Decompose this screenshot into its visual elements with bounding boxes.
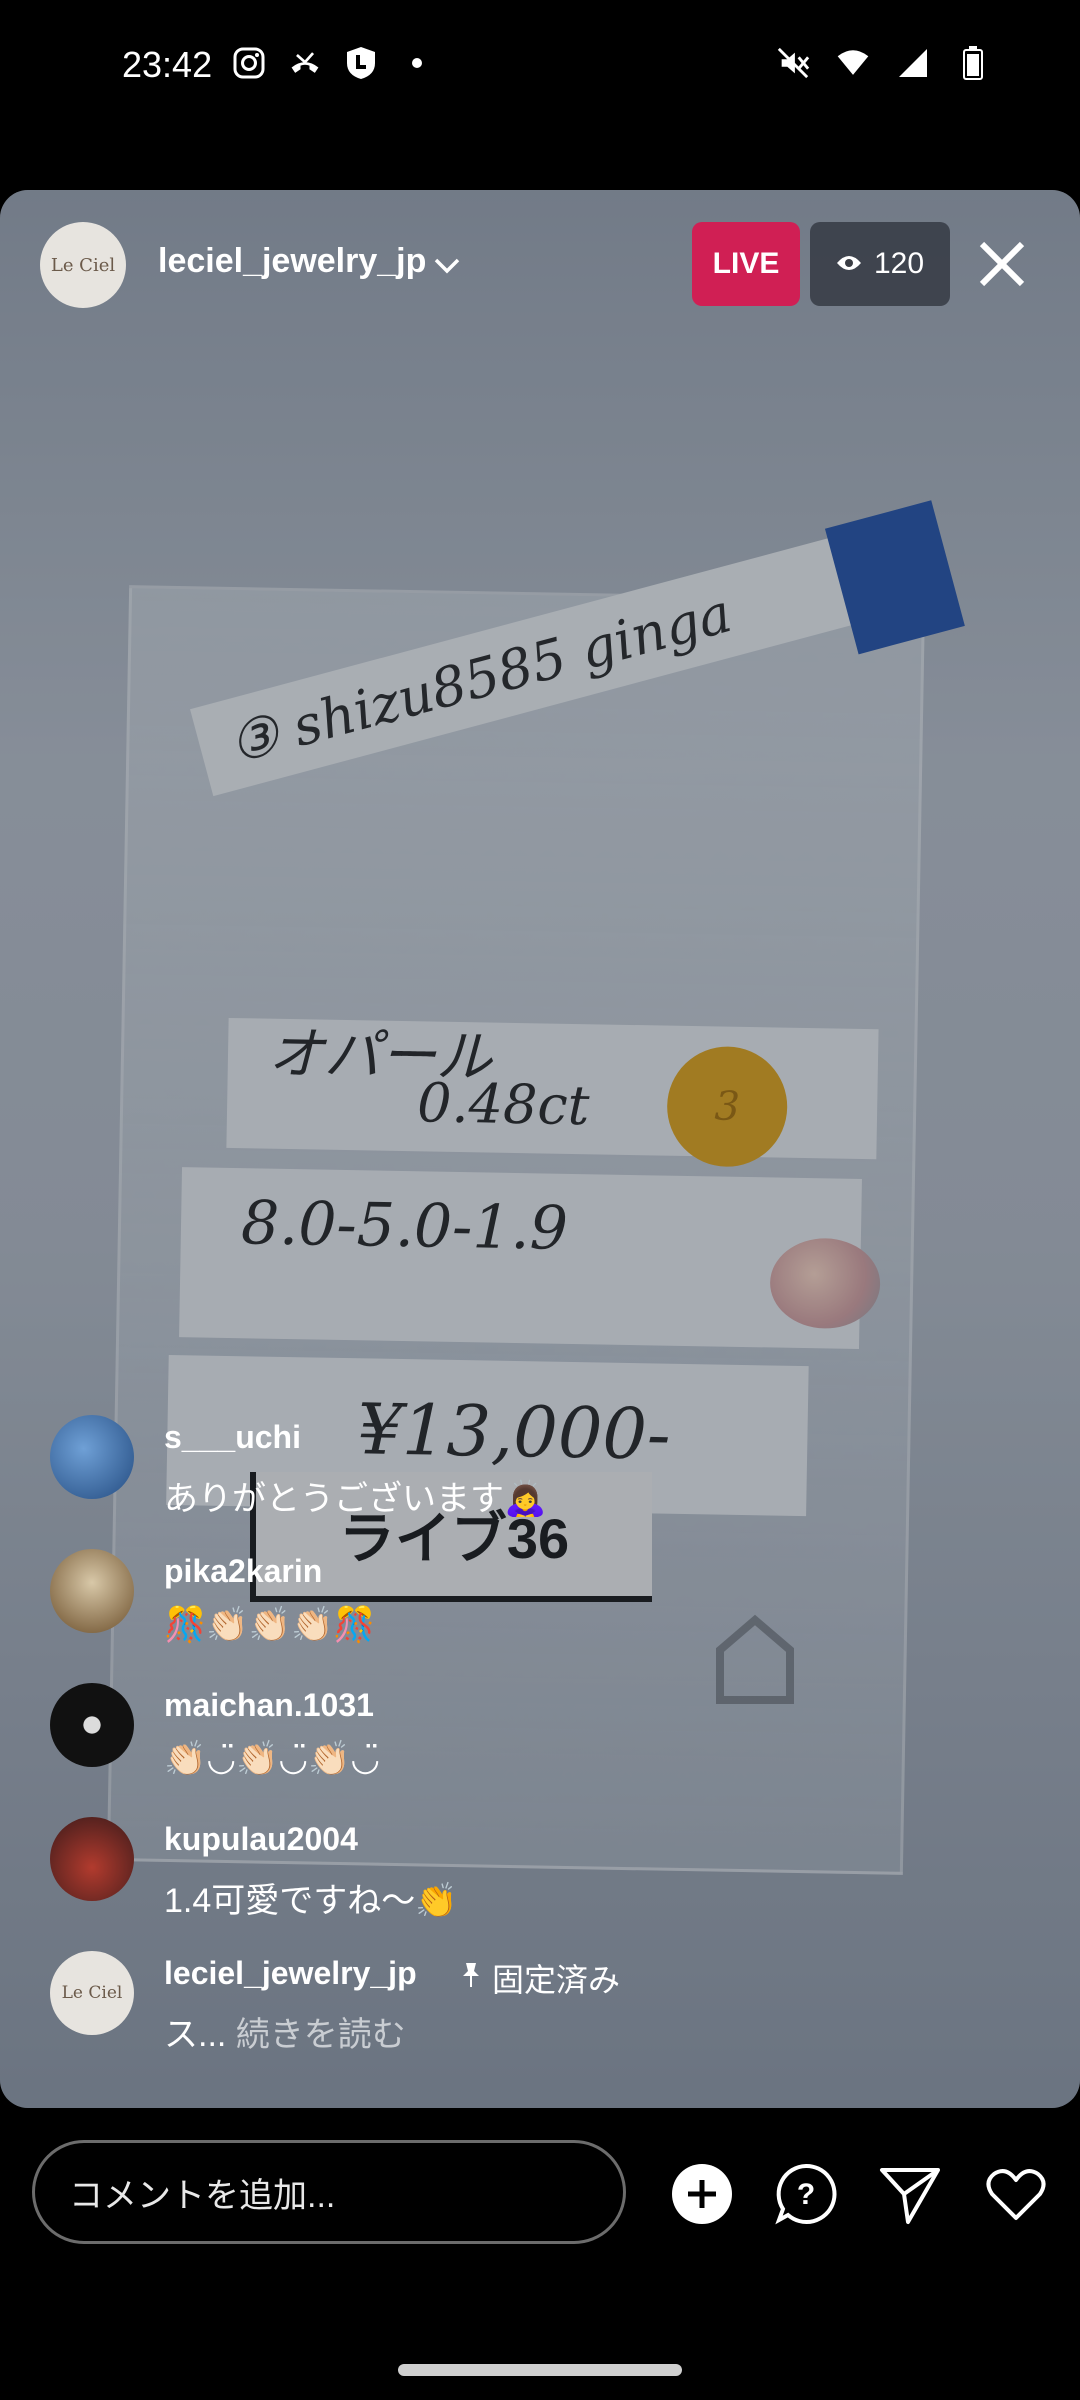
pinned-avatar-text: Le Ciel xyxy=(61,1983,123,2003)
comment-username[interactable]: leciel_jewelry_jp xyxy=(164,1955,417,1992)
comment-username[interactable]: maichan.1031 xyxy=(164,1687,374,1724)
comment-item[interactable]: pika2karin 🎊👏🏻👏🏻👏🏻🎊 xyxy=(50,1549,1030,1683)
comment-item[interactable]: s___uchi ありがとうございます🙇‍♀️ xyxy=(50,1415,1030,1549)
mute-icon xyxy=(776,46,810,80)
battery-icon xyxy=(956,46,990,80)
status-bar: 23:42 xyxy=(0,0,1080,135)
avatar[interactable] xyxy=(50,1549,134,1633)
pinned-text-prefix: ス... xyxy=(164,2016,227,2054)
pinned-comment[interactable]: Le Ciel leciel_jewelry_jp 固定済み ス... 続きを読… xyxy=(50,1951,1030,2085)
signal-icon xyxy=(896,46,930,80)
question-icon: ? xyxy=(775,2163,837,2225)
heart-icon xyxy=(986,2169,1046,2220)
comment-text: 👏🏻◡̈👏🏻◡̈👏🏻◡̈ xyxy=(164,1740,381,1778)
comment-text: 🎊👏🏻👏🏻👏🏻🎊 xyxy=(164,1606,376,1644)
comment-username[interactable]: pika2karin xyxy=(164,1553,322,1590)
status-icons-right xyxy=(776,46,990,80)
avatar[interactable] xyxy=(50,1415,134,1499)
viewer-count-badge[interactable]: 120 xyxy=(810,222,950,306)
wifi-icon xyxy=(836,46,870,80)
comment-list[interactable]: s___uchi ありがとうございます🙇‍♀️ pika2karin 🎊👏🏻👏🏻… xyxy=(50,1415,1030,2085)
live-badge: LIVE xyxy=(692,222,800,306)
viewer-count: 120 xyxy=(873,247,925,280)
shield-lock-icon xyxy=(344,46,378,80)
question-button[interactable]: ? xyxy=(774,2162,838,2226)
comment-username[interactable]: kupulau2004 xyxy=(164,1821,358,1858)
host-avatar-text: Le Ciel xyxy=(50,254,116,276)
close-button[interactable] xyxy=(972,234,1032,294)
read-more-link[interactable]: 続きを読む xyxy=(236,2016,406,2054)
send-icon xyxy=(880,2168,940,2224)
comment-item[interactable]: maichan.1031 👏🏻◡̈👏🏻◡̈👏🏻◡̈ xyxy=(50,1683,1030,1817)
chevron-down-icon[interactable] xyxy=(432,250,462,280)
home-indicator[interactable] xyxy=(398,2364,682,2376)
pinned-indicator: 固定済み xyxy=(460,1955,620,2001)
pinned-label: 固定済み xyxy=(492,1962,621,1998)
comment-text: ス... 続きを読む xyxy=(164,2007,406,2056)
comment-text: 1.4可愛ですね〜👏 xyxy=(164,1882,458,1920)
comment-username[interactable]: s___uchi xyxy=(164,1419,301,1456)
host-avatar[interactable]: Le Ciel xyxy=(40,222,126,308)
avatar[interactable] xyxy=(50,1817,134,1901)
missed-call-icon xyxy=(288,46,322,80)
add-icon xyxy=(672,2164,732,2224)
comment-item[interactable]: kupulau2004 1.4可愛ですね〜👏 xyxy=(50,1817,1030,1951)
status-time: 23:42 xyxy=(122,44,213,85)
send-button[interactable] xyxy=(878,2162,942,2226)
comment-text: ありがとうございます🙇‍♀️ xyxy=(164,1480,547,1518)
dot-icon xyxy=(400,46,434,80)
instagram-icon xyxy=(232,46,266,80)
close-icon xyxy=(979,241,1025,287)
comment-input[interactable]: コメントを追加... xyxy=(32,2140,626,2244)
pin-icon xyxy=(460,1960,482,1997)
svg-text:?: ? xyxy=(797,2178,815,2211)
host-name[interactable]: leciel_jewelry_jp xyxy=(158,242,426,281)
eye-icon xyxy=(836,247,862,281)
avatar[interactable]: Le Ciel xyxy=(50,1951,134,2035)
like-button[interactable] xyxy=(984,2162,1048,2226)
status-icons-left xyxy=(232,46,434,80)
avatar[interactable] xyxy=(50,1683,134,1767)
add-button[interactable] xyxy=(670,2162,734,2226)
